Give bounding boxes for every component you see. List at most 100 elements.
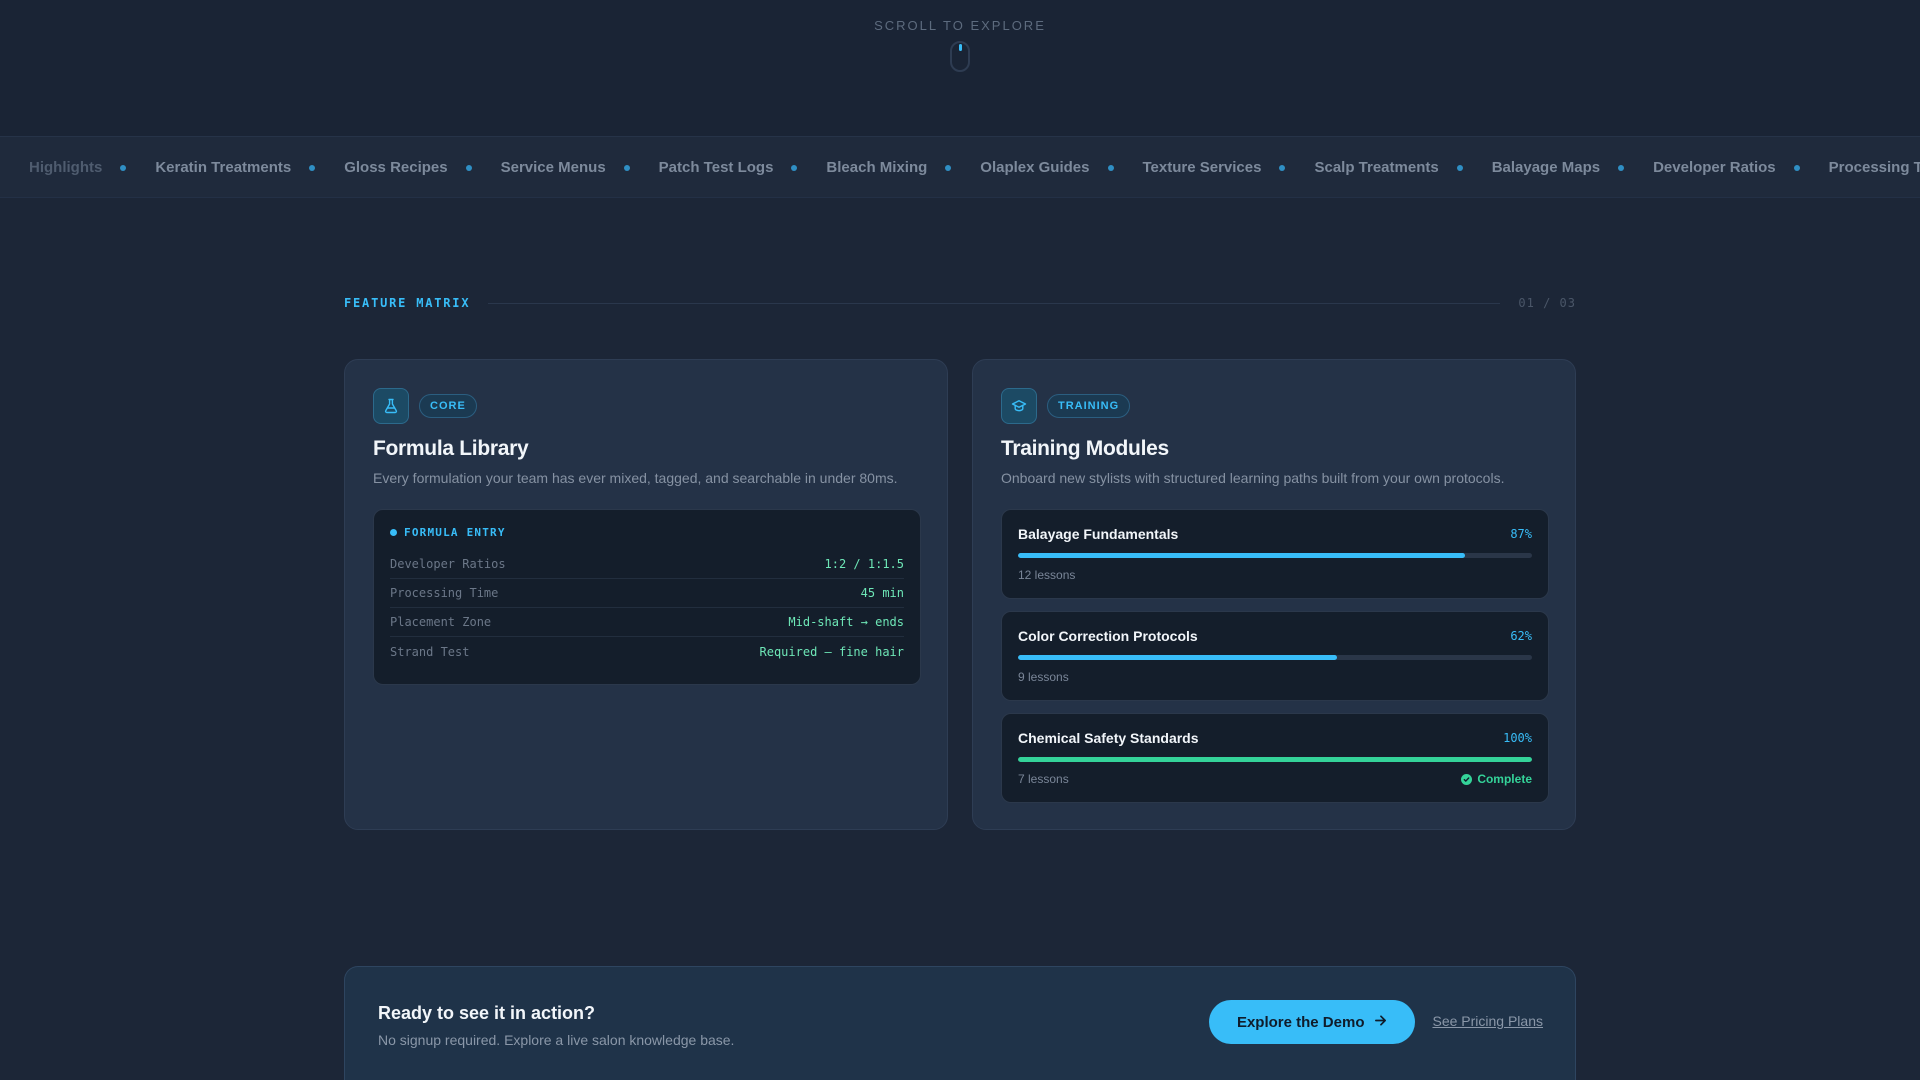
- cta-title: Ready to see it in action?: [378, 1003, 596, 1023]
- module-name: Color Correction Protocols: [1018, 628, 1198, 644]
- marquee-label: Keratin Treatments: [155, 159, 292, 176]
- separator-dot: [1618, 164, 1625, 171]
- marquee-item-gloss-recipes[interactable]: Gloss Recipes: [344, 159, 472, 176]
- card-description: Every formulation your team has ever mix…: [373, 470, 898, 486]
- formula-rows: Developer Ratios 1:2 / 1:1.5 Processing …: [390, 550, 904, 666]
- formula-row: Placement Zone Mid-shaft → ends: [390, 608, 904, 637]
- formula-row: Developer Ratios 1:2 / 1:1.5: [390, 550, 904, 579]
- marquee-item-scalp-treatments[interactable]: Scalp Treatments: [1314, 159, 1463, 176]
- formula-key: Strand Test: [390, 644, 470, 659]
- progress-fill: [1018, 655, 1337, 660]
- formula-key: Placement Zone: [390, 615, 492, 629]
- separator-dot: [1279, 164, 1286, 171]
- module-item[interactable]: Color Correction Protocols 62% 9 lessons: [1001, 611, 1549, 701]
- marquee-label: Bleach Mixing: [826, 159, 928, 176]
- marquee-label: Highlights: [29, 159, 103, 176]
- marquee-label: Olaplex Guides: [980, 159, 1090, 176]
- section-counter: 01 / 03: [1518, 296, 1576, 310]
- module-percent: 62%: [1510, 629, 1532, 643]
- formula-key: Developer Ratios: [390, 557, 506, 571]
- module-name: Chemical Safety Standards: [1018, 730, 1199, 746]
- module-header: Balayage Fundamentals 87%: [1018, 526, 1532, 542]
- mouse-scroll-icon: [950, 41, 970, 72]
- module-item[interactable]: Balayage Fundamentals 87% 12 lessons: [1001, 509, 1549, 599]
- marquee-label: Service Menus: [500, 159, 606, 176]
- scroll-hint: SCROLL TO EXPLORE: [874, 18, 1046, 33]
- progress-bar: [1018, 757, 1532, 762]
- module-list: Balayage Fundamentals 87% 12 lessons Col…: [1001, 509, 1549, 803]
- module-lessons: 12 lessons: [1018, 568, 1076, 582]
- formula-library-card: CORE Formula Library Every formulation y…: [344, 359, 948, 830]
- marquee-label: Developer Ratios: [1653, 159, 1776, 176]
- section-divider: [488, 302, 1501, 304]
- module-percent: 100%: [1503, 731, 1532, 745]
- marquee-item-keratin-treatments[interactable]: Keratin Treatments: [155, 159, 316, 176]
- card-title: Formula Library: [373, 437, 529, 460]
- check-circle-icon: [1461, 773, 1473, 785]
- module-footer: 12 lessons: [1018, 568, 1532, 582]
- formula-value: 1:2 / 1:1.5: [824, 557, 904, 571]
- marquee-track: Highlights Keratin Treatments Gloss Reci…: [0, 137, 1920, 197]
- training-badge: TRAINING: [1047, 394, 1131, 418]
- separator-dot: [945, 164, 952, 171]
- marquee-label: Patch Test Logs: [658, 159, 774, 176]
- card-description: Onboard new stylists with structured lea…: [1001, 470, 1505, 486]
- separator-dot: [465, 164, 472, 171]
- module-percent: 87%: [1510, 527, 1532, 541]
- marquee-item-patch-test-logs[interactable]: Patch Test Logs: [659, 159, 798, 176]
- separator-dot: [791, 164, 798, 171]
- module-header: Color Correction Protocols 62%: [1018, 628, 1532, 644]
- marquee-item-highlights[interactable]: Highlights: [29, 159, 127, 176]
- status-dot: [390, 529, 397, 536]
- section-header: FEATURE MATRIX 01 / 03: [344, 294, 1576, 312]
- marquee-item-processing-times[interactable]: Processing Ti: [1829, 159, 1920, 176]
- separator-dot: [1793, 164, 1800, 171]
- marquee-item-service-menus[interactable]: Service Menus: [501, 159, 630, 176]
- arrow-right-icon: [1374, 1014, 1387, 1031]
- module-footer: 9 lessons: [1018, 670, 1532, 684]
- marquee-item-bleach-mixing[interactable]: Bleach Mixing: [826, 159, 952, 176]
- separator-dot: [623, 164, 630, 171]
- core-badge: CORE: [419, 394, 477, 418]
- marquee-item-developer-ratios[interactable]: Developer Ratios: [1653, 159, 1800, 176]
- complete-status: Complete: [1461, 772, 1532, 786]
- marquee-label: Processing Ti: [1828, 159, 1920, 176]
- formula-value: 45 min: [860, 586, 904, 600]
- module-item[interactable]: Chemical Safety Standards 100% 7 lessons…: [1001, 713, 1549, 803]
- hero-section: SCROLL TO EXPLORE: [0, 0, 1920, 137]
- graduation-cap-icon: [1001, 388, 1037, 424]
- formula-row: Processing Time 45 min: [390, 579, 904, 608]
- category-marquee: Highlights Keratin Treatments Gloss Reci…: [0, 137, 1920, 198]
- module-lessons: 7 lessons: [1018, 772, 1069, 786]
- progress-bar: [1018, 655, 1532, 660]
- section-label: FEATURE MATRIX: [344, 296, 471, 310]
- progress-bar: [1018, 553, 1532, 558]
- module-lessons: 9 lessons: [1018, 670, 1069, 684]
- cta-text: Ready to see it in action? No signup req…: [378, 1003, 734, 1080]
- flask-icon: [373, 388, 409, 424]
- module-name: Balayage Fundamentals: [1018, 526, 1179, 542]
- complete-label: Complete: [1477, 772, 1532, 786]
- button-label: Explore the Demo: [1236, 1013, 1365, 1031]
- formula-entry-panel: FORMULA ENTRY Developer Ratios 1:2 / 1:1…: [373, 509, 921, 685]
- cta-banner: Ready to see it in action? No signup req…: [344, 966, 1576, 1080]
- separator-dot: [1107, 164, 1114, 171]
- marquee-item-texture-services[interactable]: Texture Services: [1143, 159, 1286, 176]
- separator-dot: [1456, 164, 1463, 171]
- formula-value: Mid-shaft → ends: [788, 615, 904, 629]
- marquee-label: Balayage Maps: [1491, 159, 1601, 176]
- training-modules-card: TRAINING Training Modules Onboard new st…: [972, 359, 1576, 830]
- see-pricing-link[interactable]: See Pricing Plans: [1432, 1013, 1543, 1029]
- module-header: Chemical Safety Standards 100%: [1018, 730, 1532, 746]
- formula-row: Strand Test Required — fine hair: [390, 637, 904, 666]
- explore-demo-button[interactable]: Explore the Demo: [1208, 1000, 1416, 1044]
- cta-subtitle: No signup required. Explore a live salon…: [378, 1032, 735, 1048]
- formula-value: Required — fine hair: [759, 644, 905, 659]
- marquee-item-balayage-maps[interactable]: Balayage Maps: [1491, 159, 1625, 176]
- separator-dot: [120, 164, 127, 171]
- card-header: CORE: [373, 388, 919, 424]
- marquee-label: Gloss Recipes: [344, 159, 448, 176]
- marquee-label: Scalp Treatments: [1314, 159, 1439, 176]
- marquee-item-olaplex-guides[interactable]: Olaplex Guides: [980, 159, 1114, 176]
- marquee-label: Texture Services: [1142, 159, 1262, 176]
